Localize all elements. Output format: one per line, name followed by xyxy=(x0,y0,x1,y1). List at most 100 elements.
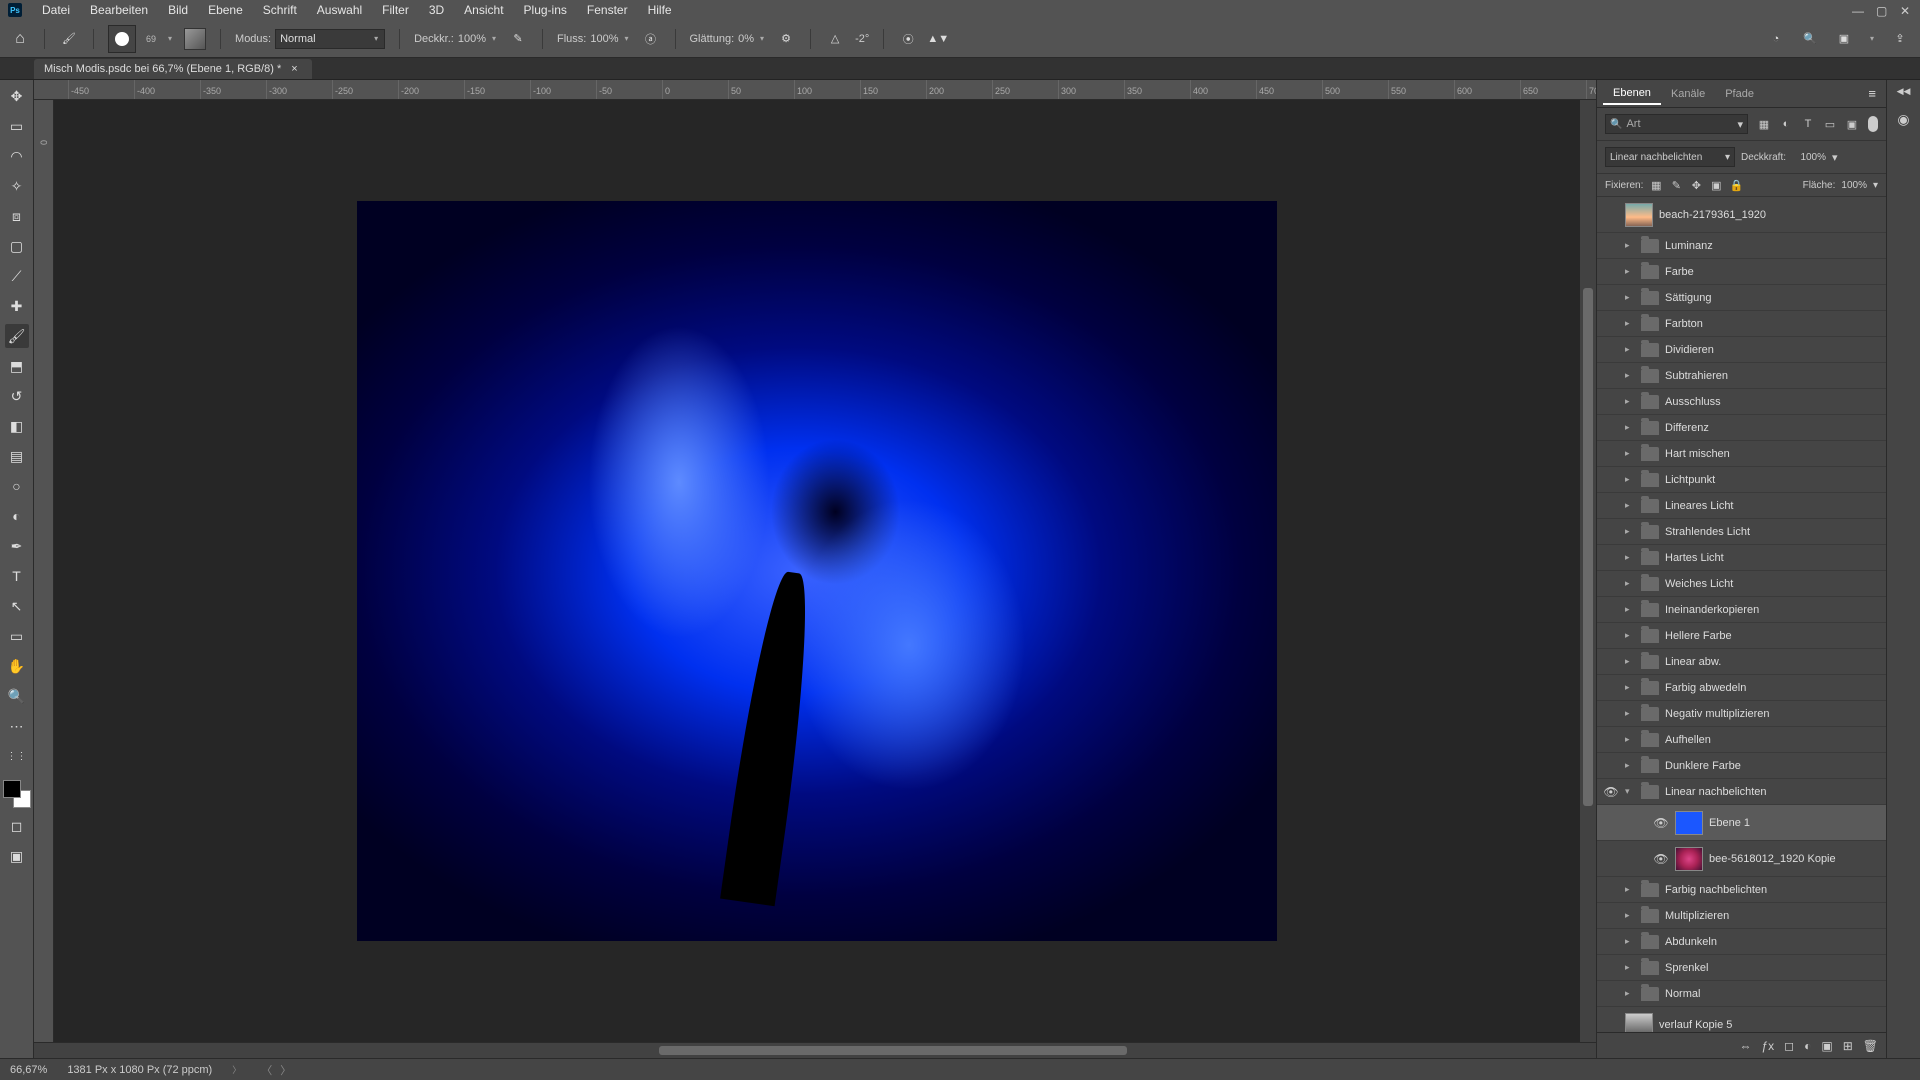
layer-name[interactable]: Dunklere Farbe xyxy=(1665,760,1741,772)
layer-folder[interactable]: ▸ Ineinanderkopieren xyxy=(1597,597,1886,623)
move-tool[interactable]: ✥ xyxy=(5,84,29,108)
layer-folder[interactable]: ▸ Subtrahieren xyxy=(1597,363,1886,389)
layer-name[interactable]: Ausschluss xyxy=(1665,396,1721,408)
visibility-icon[interactable] xyxy=(1603,576,1619,592)
layer-opacity-value[interactable]: 100% xyxy=(1792,152,1826,163)
layer-folder[interactable]: ▸Sättigung xyxy=(1597,285,1886,311)
menu-plug-ins[interactable]: Plug-ins xyxy=(514,0,577,20)
layer-name[interactable]: Ineinanderkopieren xyxy=(1665,604,1759,616)
chevron-right-icon[interactable]: ▸ xyxy=(1625,604,1635,615)
filter-pixel-icon[interactable]: ▦ xyxy=(1756,116,1772,132)
chevron-right-icon[interactable]: ▸ xyxy=(1625,474,1635,485)
layer-name[interactable]: Aufhellen xyxy=(1665,734,1711,746)
layer-folder[interactable]: ▸ Abdunkeln xyxy=(1597,929,1886,955)
layer-thumbnail[interactable] xyxy=(1625,203,1653,227)
chevron-right-icon[interactable]: ▸ xyxy=(1625,292,1635,303)
visibility-icon[interactable] xyxy=(1603,960,1619,976)
chevron-down-icon[interactable]: ▾ xyxy=(1625,786,1635,797)
nav-next-icon[interactable]: 〉 xyxy=(280,1062,291,1078)
layer-name[interactable]: Dividieren xyxy=(1665,344,1714,356)
layer-name[interactable]: Lineares Licht xyxy=(1665,500,1734,512)
adjustment-layer-icon[interactable]: ◐ xyxy=(1804,1039,1811,1053)
chevron-right-icon[interactable]: ▸ xyxy=(1625,396,1635,407)
chevron-right-icon[interactable]: ▸ xyxy=(1625,552,1635,563)
layer-folder[interactable]: 👁▾Linear nachbelichten xyxy=(1597,779,1886,805)
tool-preset-icon[interactable]: 🖌 xyxy=(59,29,79,49)
chevron-down-icon[interactable]: ▾ xyxy=(1873,180,1878,191)
layer-folder[interactable]: ▸Farbig abwedeln xyxy=(1597,675,1886,701)
blend-mode-select[interactable]: Normal▾ xyxy=(275,29,385,49)
filter-toggle-icon[interactable] xyxy=(1868,116,1878,132)
layer-folder[interactable]: ▸Hellere Farbe xyxy=(1597,623,1886,649)
close-icon[interactable]: ✕ xyxy=(1900,4,1912,16)
layer-folder[interactable]: ▸Normal xyxy=(1597,981,1886,1007)
tab-channels[interactable]: Kanäle xyxy=(1661,84,1715,104)
chevron-right-icon[interactable]: ▸ xyxy=(1625,936,1635,947)
marquee-tool[interactable]: ▭ xyxy=(5,114,29,138)
layer-name[interactable]: Farbig nachbelichten xyxy=(1665,884,1767,896)
close-tab-icon[interactable]: × xyxy=(291,63,297,75)
document-tab[interactable]: Misch Modis.psdc bei 66,7% (Ebene 1, RGB… xyxy=(34,59,312,79)
menu-filter[interactable]: Filter xyxy=(372,0,419,20)
brush-preview[interactable] xyxy=(108,25,136,53)
workspace-icon[interactable]: ▣ xyxy=(1834,29,1854,49)
chevron-right-icon[interactable]: ▸ xyxy=(1625,760,1635,771)
layer-folder[interactable]: ▸Dividieren xyxy=(1597,337,1886,363)
expand-panels-icon[interactable]: ◀◀ xyxy=(1897,86,1911,97)
chevron-right-icon[interactable]: ▸ xyxy=(1625,708,1635,719)
layer-name[interactable]: Abdunkeln xyxy=(1665,936,1717,948)
dodge-tool[interactable]: ◐ xyxy=(5,504,29,528)
layer-item[interactable]: 👁Ebene 1 xyxy=(1597,805,1886,841)
brush-panel-icon[interactable] xyxy=(184,28,206,50)
visibility-icon[interactable] xyxy=(1603,420,1619,436)
layer-name[interactable]: verlauf Kopie 5 xyxy=(1659,1019,1732,1031)
layer-name[interactable]: Subtrahieren xyxy=(1665,370,1728,382)
visibility-icon[interactable] xyxy=(1603,882,1619,898)
menu-3d[interactable]: 3D xyxy=(419,0,454,20)
airbrush-icon[interactable]: ⓐ xyxy=(641,29,661,49)
search-icon[interactable]: 🔍 xyxy=(1800,29,1820,49)
new-layer-icon[interactable]: ⊞ xyxy=(1843,1039,1853,1053)
visibility-icon[interactable] xyxy=(1603,986,1619,1002)
layer-folder[interactable]: ▸Strahlendes Licht xyxy=(1597,519,1886,545)
layer-thumbnail[interactable] xyxy=(1675,811,1703,835)
visibility-icon[interactable] xyxy=(1603,758,1619,774)
layer-name[interactable]: Multiplizieren xyxy=(1665,910,1729,922)
layer-thumbnail[interactable] xyxy=(1625,1013,1653,1033)
type-tool[interactable]: T xyxy=(5,564,29,588)
pressure-opacity-icon[interactable]: ✎ xyxy=(508,29,528,49)
layer-thumbnail[interactable] xyxy=(1675,847,1703,871)
layer-fill-value[interactable]: 100% xyxy=(1841,180,1867,191)
visibility-icon[interactable] xyxy=(1603,602,1619,618)
visibility-icon[interactable] xyxy=(1603,394,1619,410)
home-icon[interactable]: ⌂ xyxy=(10,29,30,49)
eyedropper-tool[interactable]: ⟋ xyxy=(5,264,29,288)
layer-folder[interactable]: ▸Negativ multiplizieren xyxy=(1597,701,1886,727)
layer-name[interactable]: Hartes Licht xyxy=(1665,552,1724,564)
chevron-down-icon[interactable]: ▾ xyxy=(166,34,174,43)
visibility-icon[interactable] xyxy=(1603,524,1619,540)
chevron-down-icon[interactable]: ▾ xyxy=(1868,34,1876,43)
layer-folder[interactable]: ▸ Ausschluss xyxy=(1597,389,1886,415)
document-info[interactable]: 1381 Px x 1080 Px (72 ppcm) xyxy=(67,1064,212,1076)
visibility-icon[interactable] xyxy=(1603,446,1619,462)
layer-folder[interactable]: ▸ Hartes Licht xyxy=(1597,545,1886,571)
visibility-icon[interactable] xyxy=(1603,207,1619,223)
shape-tool[interactable]: ▭ xyxy=(5,624,29,648)
chevron-right-icon[interactable]: ▸ xyxy=(1625,370,1635,381)
tab-layers[interactable]: Ebenen xyxy=(1603,83,1661,105)
frame-tool[interactable]: ▢ xyxy=(5,234,29,258)
layer-list[interactable]: beach-2179361_1920▸Luminanz▸Farbe▸Sättig… xyxy=(1597,197,1886,1032)
layer-folder[interactable]: ▸ Dunklere Farbe xyxy=(1597,753,1886,779)
visibility-icon[interactable] xyxy=(1603,472,1619,488)
eraser-tool[interactable]: ◧ xyxy=(5,414,29,438)
ruler-horizontal[interactable]: -450-400-350-300-250-200-150-100-5005010… xyxy=(34,80,1596,100)
layer-name[interactable]: Weiches Licht xyxy=(1665,578,1733,590)
filter-type-icon[interactable]: T xyxy=(1800,116,1816,132)
lock-pixels-icon[interactable]: ▦ xyxy=(1649,178,1663,192)
delete-layer-icon[interactable]: 🗑 xyxy=(1863,1039,1878,1053)
visibility-icon[interactable]: 👁 xyxy=(1653,851,1669,867)
color-swatches[interactable] xyxy=(3,780,31,808)
angle-icon[interactable]: △ xyxy=(825,29,845,49)
healing-tool[interactable]: ✚ xyxy=(5,294,29,318)
